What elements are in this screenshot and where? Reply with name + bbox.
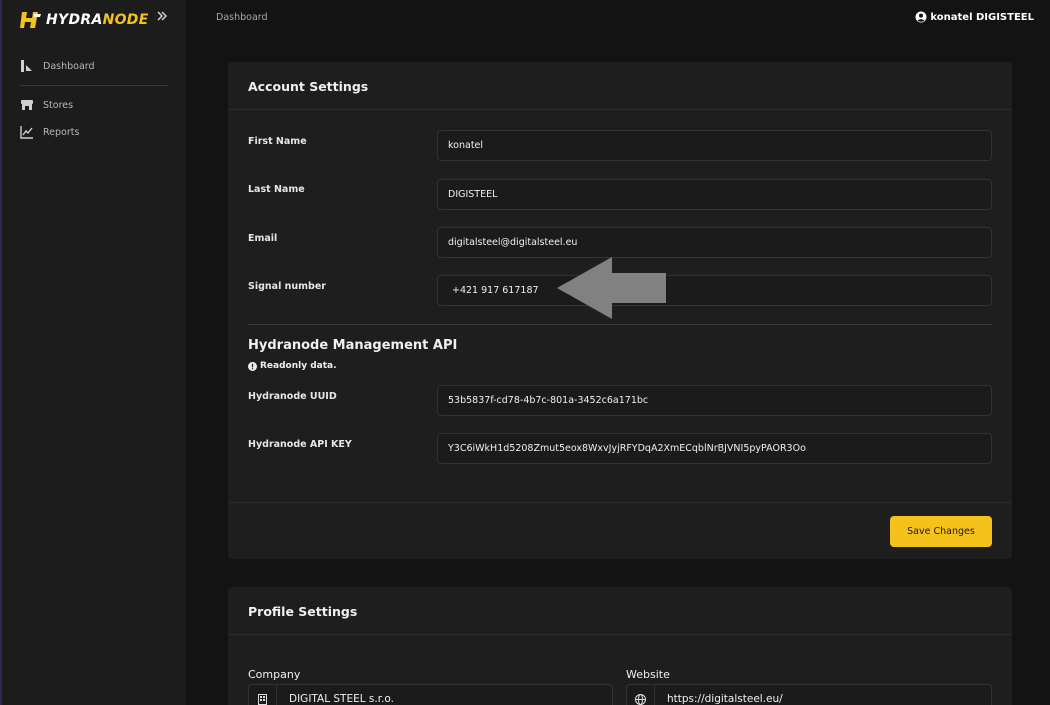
dashboard-icon: [21, 60, 32, 72]
building-icon: [249, 685, 277, 705]
website-input[interactable]: https://digitalsteel.eu/: [626, 684, 992, 705]
api-key-label: Hydranode API KEY: [248, 439, 352, 450]
readonly-note: Readonly data.: [248, 361, 337, 371]
uuid-label: Hydranode UUID: [248, 391, 337, 402]
profile-settings-card: Profile Settings Company DIGITAL STEEL s…: [228, 587, 1012, 705]
sidebar-item-label: Stores: [43, 99, 74, 111]
info-icon: [248, 361, 257, 371]
sidebar-item-label: Dashboard: [43, 60, 95, 72]
card-footer-divider: [228, 502, 1012, 503]
brand-logo[interactable]: HYDRANODE: [20, 9, 149, 31]
sidebar-item-stores[interactable]: Stores: [20, 96, 73, 114]
brand-name: HYDRANODE: [46, 12, 149, 28]
sidebar-item-label: Reports: [43, 126, 80, 138]
user-name: konatel DIGISTEEL: [930, 11, 1034, 23]
last-name-input[interactable]: DIGISTEEL: [437, 179, 992, 210]
store-icon: [21, 100, 33, 110]
uuid-field[interactable]: 53b5837f-cd78-4b7c-801a-3452c6a171bc: [437, 385, 992, 416]
user-circle-icon: [915, 11, 927, 23]
first-name-label: First Name: [248, 136, 307, 147]
user-menu[interactable]: konatel DIGISTEEL: [915, 11, 1034, 23]
api-key-field[interactable]: Y3C6iWkH1d5208Zmut5eox8WxvJyjRFYDqA2XmEC…: [437, 433, 992, 464]
collapse-sidebar-button[interactable]: [156, 10, 170, 26]
readonly-note-text: Readonly data.: [260, 361, 337, 371]
email-input[interactable]: digitalsteel@digitalsteel.eu: [437, 227, 992, 258]
pointer-arrow-annotation: [557, 257, 666, 319]
sidebar: HYDRANODE Dashboard Stores Reports: [0, 0, 186, 705]
hydranode-logo-icon: [20, 12, 41, 28]
signal-number-label: Signal number: [248, 281, 326, 292]
company-input[interactable]: DIGITAL STEEL s.r.o.: [248, 684, 613, 705]
section-divider: [248, 324, 992, 325]
website-label: Website: [626, 668, 670, 681]
api-section-title: Hydranode Management API: [248, 338, 458, 353]
breadcrumb[interactable]: Dashboard: [216, 12, 268, 23]
card-title: Account Settings: [248, 79, 369, 94]
card-title: Profile Settings: [248, 604, 358, 619]
last-name-label: Last Name: [248, 184, 305, 195]
sidebar-item-reports[interactable]: Reports: [20, 123, 79, 141]
double-chevron-right-icon: [157, 11, 167, 21]
save-changes-button[interactable]: Save Changes: [890, 516, 992, 547]
sidebar-item-dashboard[interactable]: Dashboard: [20, 57, 95, 75]
card-header: Profile Settings: [228, 587, 1012, 635]
signal-number-input[interactable]: +421 917 617187: [437, 275, 992, 306]
chart-icon: [20, 126, 33, 139]
card-header: Account Settings: [228, 62, 1012, 110]
company-label: Company: [248, 668, 301, 681]
email-label: Email: [248, 233, 278, 244]
company-value: DIGITAL STEEL s.r.o.: [289, 693, 394, 705]
globe-icon: [627, 685, 655, 705]
sidebar-divider: [20, 85, 168, 86]
first-name-input[interactable]: konatel: [437, 130, 992, 161]
website-value: https://digitalsteel.eu/: [667, 693, 783, 705]
